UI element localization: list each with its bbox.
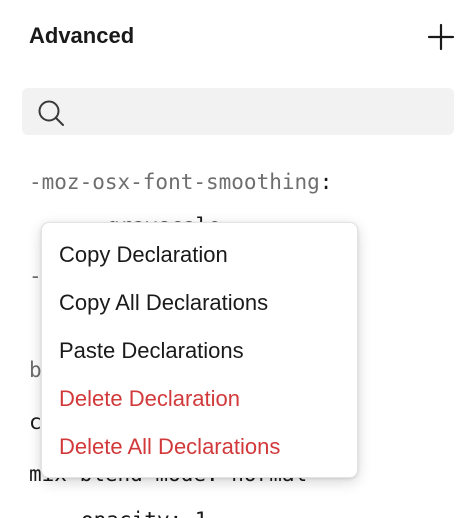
search-box[interactable] bbox=[22, 88, 454, 137]
add-declaration-button[interactable] bbox=[424, 20, 458, 54]
panel-title: Advanced bbox=[29, 23, 135, 48]
declaration-value[interactable]: opacity: 1 bbox=[81, 508, 207, 518]
declaration-row[interactable]: c bbox=[29, 408, 42, 436]
menu-item-paste-declarations[interactable]: Paste Declarations bbox=[59, 337, 244, 365]
declaration-property[interactable]: - bbox=[29, 264, 42, 288]
search-input[interactable] bbox=[78, 88, 442, 137]
plus-icon bbox=[427, 23, 455, 51]
menu-item-delete-declaration[interactable]: Delete Declaration bbox=[59, 385, 240, 413]
declaration-property[interactable]: b bbox=[29, 358, 42, 382]
context-menu: Copy Declaration Copy All Declarations P… bbox=[41, 222, 358, 478]
search-icon bbox=[38, 100, 64, 126]
declaration-row[interactable]: opacity: 1 bbox=[29, 506, 207, 518]
declaration-row[interactable]: - bbox=[29, 262, 42, 290]
declaration-row[interactable]: -moz-osx-font-smoothing: bbox=[29, 168, 332, 196]
menu-item-copy-declaration[interactable]: Copy Declaration bbox=[59, 241, 228, 269]
declaration-property[interactable]: -moz-osx-font-smoothing bbox=[29, 170, 320, 194]
declaration-value[interactable]: c bbox=[29, 410, 42, 434]
menu-item-copy-all-declarations[interactable]: Copy All Declarations bbox=[59, 289, 268, 317]
declaration-colon: : bbox=[319, 170, 333, 194]
menu-item-delete-all-declarations[interactable]: Delete All Declarations bbox=[59, 433, 280, 461]
declaration-row[interactable]: b bbox=[29, 356, 42, 384]
